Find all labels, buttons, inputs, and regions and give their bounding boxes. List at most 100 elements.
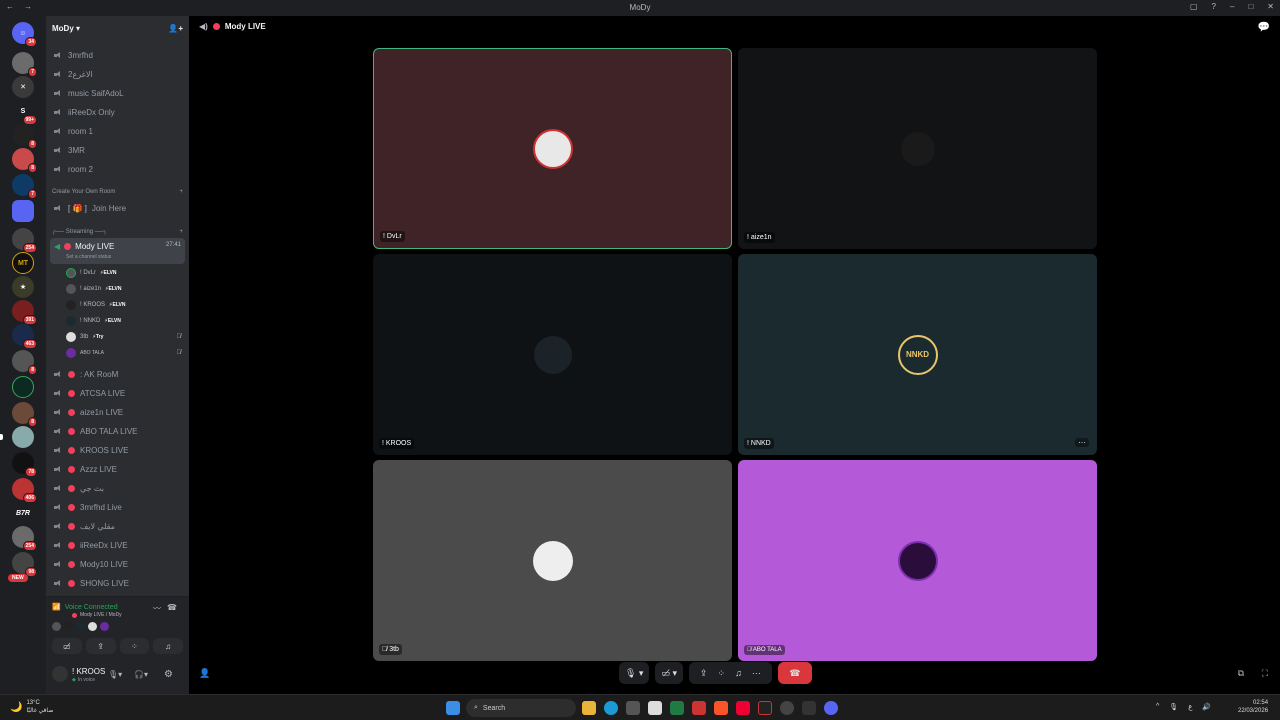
popout-icon[interactable]: ⧉ — [1238, 668, 1244, 679]
brave-icon[interactable] — [714, 701, 728, 715]
activities-icon[interactable]: ⁘ — [718, 668, 726, 679]
screen-share-icon[interactable]: ⇪ — [700, 668, 708, 679]
voice-channel[interactable]: Mody10 LIVE — [52, 556, 183, 573]
clock[interactable]: 02:54 22/03/2026 — [1238, 699, 1268, 715]
volume-icon[interactable]: 🔊 — [1202, 703, 1211, 711]
camera-button[interactable]: ▭̸ ▾ — [655, 662, 683, 684]
server-icon[interactable]: S 99+ — [12, 100, 37, 125]
video-tile[interactable]: ! KROOS — [373, 254, 732, 455]
voice-channel-join[interactable]: [ 🎁 ] Join Here — [52, 200, 183, 217]
chat-icon[interactable]: 💬 — [1258, 22, 1270, 33]
store-icon[interactable] — [626, 701, 640, 715]
voice-member[interactable]: ! KROOS ⚡ELVN — [66, 298, 181, 312]
voice-channel[interactable]: مقلي لايف — [52, 518, 183, 535]
category-header[interactable]: Create Your Own Room + — [52, 189, 183, 195]
voice-channel[interactable]: ABO TALA LIVE — [52, 423, 183, 440]
noise-suppression-icon[interactable]: 〰 — [153, 603, 161, 614]
share-screen-button[interactable]: ⇪ — [85, 638, 116, 654]
voice-channel[interactable]: SHONG LIVE — [52, 575, 183, 592]
minimize-button[interactable]: – — [1230, 2, 1234, 11]
server-icon[interactable]: 8 — [12, 148, 37, 173]
voice-channel[interactable]: 3mrfhd Live — [52, 499, 183, 516]
mic-tray-icon[interactable]: 🎙 — [1169, 703, 1178, 711]
voice-channel[interactable]: 3MR — [52, 142, 183, 159]
discord-taskbar-icon[interactable] — [824, 701, 838, 715]
server-icon[interactable]: 78 — [12, 452, 37, 477]
voice-channel[interactable]: room 1 — [52, 123, 183, 140]
inbox-icon[interactable]: ▢ — [1190, 2, 1198, 11]
avatar[interactable] — [52, 666, 68, 682]
microphone-icon[interactable]: 🎙▾ — [108, 670, 122, 679]
language-indicator[interactable]: ع — [1188, 703, 1192, 711]
server-icon[interactable]: 8 — [12, 124, 37, 149]
app-icon[interactable] — [802, 701, 816, 715]
server-icon[interactable]: 406 — [12, 478, 37, 503]
server-icon[interactable]: 254 — [12, 228, 37, 253]
disconnect-icon[interactable]: ☎ — [167, 603, 177, 612]
add-member-icon[interactable]: 👤+ — [168, 24, 183, 33]
category-header[interactable]: ╭── Streaming ──╮ + — [52, 228, 183, 236]
camera-off-button[interactable]: ▭̸ — [52, 638, 82, 654]
active-channel[interactable]: ◀ Mody LIVE 27:41 Set a channel status — [50, 238, 185, 264]
soundboard-button[interactable]: ♫ — [153, 638, 183, 654]
voice-channel[interactable]: الاغرع2 — [52, 66, 183, 83]
help-icon[interactable]: ? — [1212, 2, 1216, 11]
server-icon[interactable]: 7 — [12, 52, 37, 77]
voice-member[interactable]: 3tb ⚡Try 🎙̸ — [66, 330, 181, 344]
server-icon[interactable]: MT — [12, 252, 34, 274]
headphones-icon[interactable]: 🎧▾ — [134, 670, 148, 679]
video-tile[interactable]: ! DvLr — [373, 48, 732, 249]
server-icon[interactable]: 254 — [12, 526, 37, 551]
edge-icon[interactable] — [604, 701, 618, 715]
voice-member[interactable]: ! aize1n ⚡ELVN — [66, 282, 181, 296]
taskbar-search[interactable]: ⌕ Search — [466, 699, 576, 717]
server-icon[interactable] — [12, 426, 34, 448]
video-tile[interactable]: NNKD ! NNKD ··· — [738, 254, 1097, 455]
username[interactable]: ! KROOS — [72, 667, 105, 676]
voice-channel[interactable]: iiReeDx Only — [52, 104, 183, 121]
server-icon[interactable] — [12, 376, 34, 398]
more-icon[interactable]: ··· — [752, 668, 761, 678]
server-icon[interactable]: ★ — [12, 276, 34, 298]
folder-icon[interactable] — [12, 200, 34, 222]
xbox-icon[interactable] — [670, 701, 684, 715]
voice-channel[interactable]: بث جي — [52, 480, 183, 497]
weather-widget[interactable]: 🌙 13°C صافي غالبًا — [10, 699, 53, 715]
windows-start-icon[interactable] — [446, 701, 460, 715]
adobe-icon[interactable] — [736, 701, 750, 715]
voice-channel[interactable]: 3mrfhd — [52, 47, 183, 64]
voice-channel[interactable]: ATCSA LIVE — [52, 385, 183, 402]
fullscreen-icon[interactable]: ⛶ — [1262, 668, 1268, 679]
server-header[interactable]: MoDy ▾ 👤+ — [46, 16, 189, 40]
voice-channel[interactable]: KROOS LIVE — [52, 442, 183, 459]
server-icon[interactable]: ✕ — [12, 76, 34, 98]
voice-channel[interactable]: music SaifAdoL — [52, 85, 183, 102]
file-explorer-icon[interactable] — [582, 701, 596, 715]
voice-member[interactable]: ! DvLr ⚡ELVN — [66, 266, 181, 280]
server-icon[interactable]: B7R — [12, 502, 34, 524]
more-options-icon[interactable]: ··· — [1075, 438, 1089, 447]
chevron-up-icon[interactable]: ^ — [1156, 703, 1159, 711]
maximize-button[interactable]: □ — [1248, 2, 1253, 11]
server-icon[interactable]: 7 — [12, 174, 37, 199]
settings-gear-icon[interactable]: ⚙ — [164, 669, 173, 680]
soundboard-icon[interactable]: ♫ — [735, 668, 742, 678]
voice-channel[interactable]: Azzz LIVE — [52, 461, 183, 478]
leave-call-button[interactable]: ☎ — [777, 662, 812, 684]
app-icon[interactable] — [780, 701, 794, 715]
activities-button[interactable]: ⁘ — [119, 638, 150, 654]
video-tile[interactable]: 🎙̸ 3tb — [373, 460, 732, 661]
server-icon[interactable]: 98 — [12, 552, 37, 577]
microphone-button[interactable]: 🎙 ▾ — [619, 662, 650, 684]
voice-member[interactable]: ABO TALA 🎙̸ — [66, 346, 181, 360]
voice-channel[interactable]: room 2 — [52, 161, 183, 178]
discord-home-icon[interactable]: ☺ 34 — [12, 22, 37, 47]
notepad-icon[interactable] — [648, 701, 662, 715]
server-icon[interactable]: 8 — [12, 402, 37, 427]
server-icon[interactable]: 463 — [12, 324, 37, 349]
app-icon[interactable] — [692, 701, 706, 715]
video-tile[interactable]: ! aize1n — [738, 48, 1097, 249]
close-button[interactable]: ✕ — [1267, 2, 1274, 11]
invite-icon[interactable]: 👤 — [199, 668, 210, 679]
server-icon[interactable]: 8 — [12, 350, 37, 375]
